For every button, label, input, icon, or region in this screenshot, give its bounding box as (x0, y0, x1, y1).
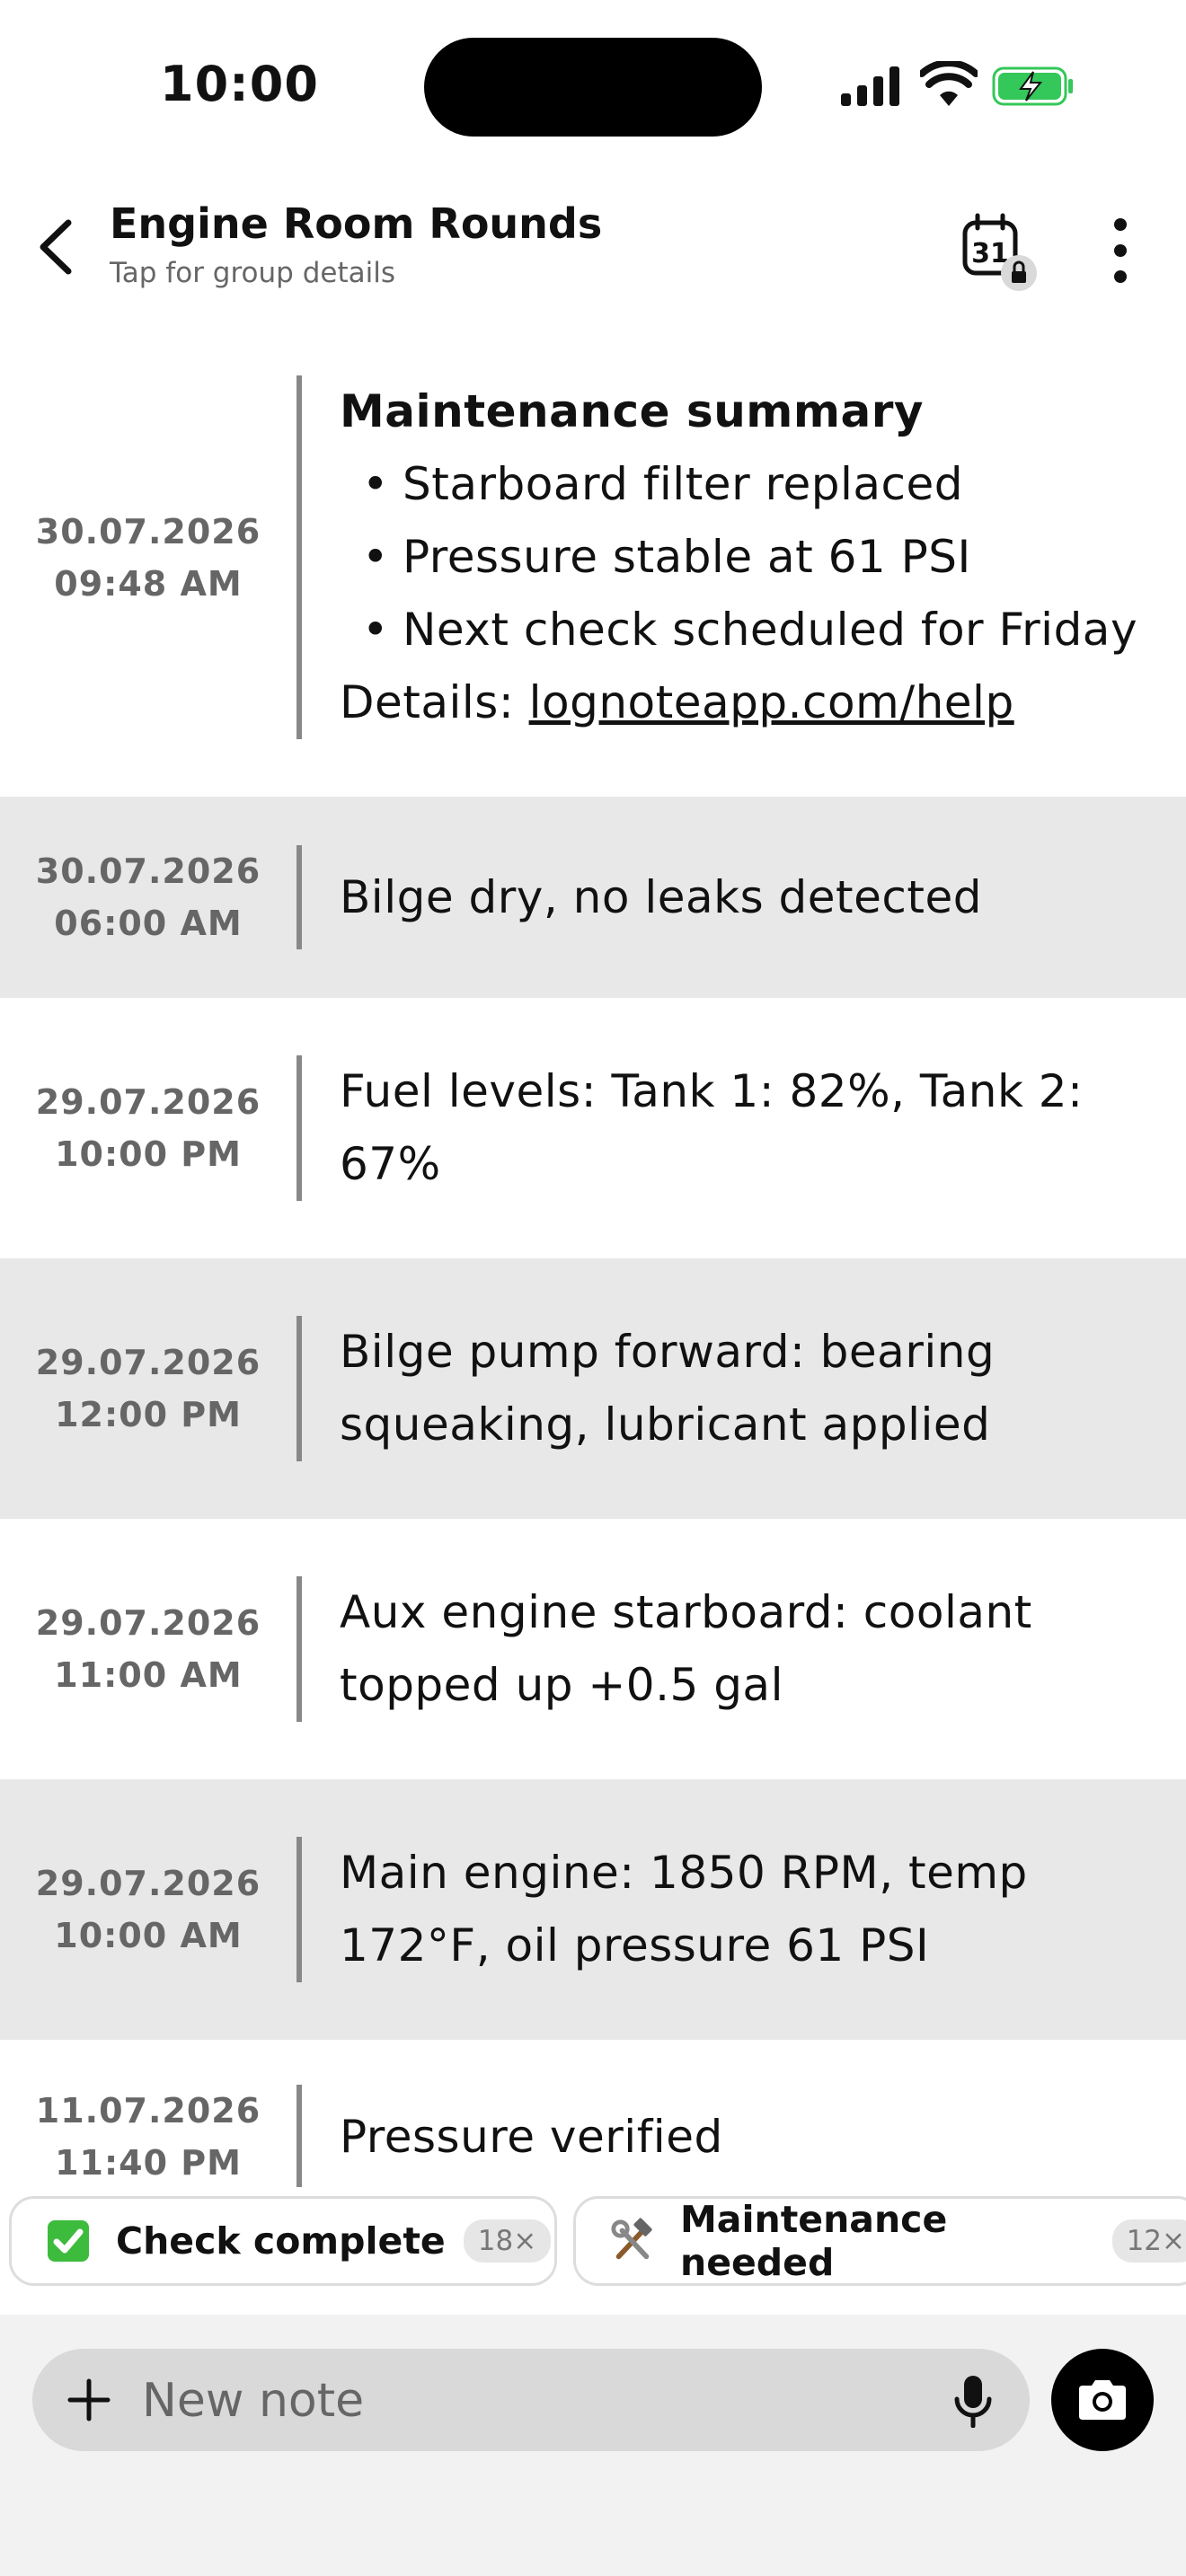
note-date: 29.07.2026 (35, 1343, 261, 1382)
new-note-input[interactable] (142, 2372, 861, 2430)
status-time: 10:00 (160, 56, 319, 112)
note-time: 11:40 PM (55, 2143, 242, 2183)
wifi-icon (920, 61, 978, 106)
note-text: Aux engine starboard: coolant topped up … (340, 1586, 1032, 1711)
quick-reactions-bar: Check complete 18× Maintenance needed 12… (0, 2187, 1186, 2315)
details-link[interactable]: lognoteapp.com/help (529, 676, 1014, 728)
note-divider (296, 1316, 302, 1461)
note-content: Maintenance summary Starboard filter rep… (340, 375, 1148, 739)
note-divider (296, 2085, 302, 2187)
summary-bullet: Pressure stable at 61 PSI (358, 521, 1148, 594)
quick-reaction-label: Check complete (116, 2219, 446, 2263)
quick-reaction-label: Maintenance needed (680, 2198, 948, 2284)
note-text: Bilge dry, no leaks detected (340, 870, 982, 923)
camera-button[interactable] (1051, 2349, 1154, 2451)
note-time: 06:00 AM (54, 904, 243, 943)
camera-icon (1079, 2380, 1126, 2420)
dynamic-island (424, 38, 762, 137)
note-item[interactable]: 11.07.2026 11:40 PM Pressure verified (0, 2040, 1186, 2187)
status-bar: 10:00 (0, 0, 1186, 171)
note-timestamp: 29.07.2026 12:00 PM (0, 1337, 296, 1441)
group-title[interactable]: Engine Room Rounds (110, 199, 602, 248)
note-date: 30.07.2026 (35, 511, 261, 551)
note-timestamp: 30.07.2026 09:48 AM (0, 506, 296, 610)
note-item[interactable]: 29.07.2026 10:00 AM Main engine: 1850 RP… (0, 1779, 1186, 2040)
summary-list: Starboard filter replaced Pressure stabl… (340, 448, 1148, 666)
note-item[interactable]: 30.07.2026 06:00 AM Bilge dry, no leaks … (0, 797, 1186, 998)
note-time: 09:48 AM (54, 563, 243, 604)
note-item[interactable]: 29.07.2026 12:00 PM Bilge pump forward: … (0, 1258, 1186, 1519)
note-text: Fuel levels: Tank 1: 82%, Tank 2: 67% (340, 1065, 1084, 1190)
note-text: Main engine: 1850 RPM, temp 172°F, oil p… (340, 1847, 1028, 1972)
check-box-icon (46, 2219, 91, 2263)
note-time: 10:00 PM (55, 1134, 242, 1174)
details-line: Details: lognoteapp.com/help (340, 666, 1148, 739)
note-divider (296, 1576, 302, 1722)
details-label: Details: (340, 676, 515, 728)
group-subtitle[interactable]: Tap for group details (110, 257, 395, 289)
note-text: Pressure verified (340, 2110, 723, 2163)
more-options-icon[interactable] (1098, 210, 1143, 291)
note-date: 29.07.2026 (35, 1603, 261, 1643)
calendar-lock-icon[interactable]: 31 (960, 212, 1042, 295)
note-timestamp: 29.07.2026 10:00 AM (0, 1857, 296, 1962)
note-date: 29.07.2026 (35, 1864, 261, 1903)
note-item[interactable]: 29.07.2026 10:00 PM Fuel levels: Tank 1:… (0, 998, 1186, 1258)
note-divider (296, 375, 302, 739)
quick-reaction-count: 18× (463, 2219, 552, 2263)
note-divider (296, 1055, 302, 1201)
quick-reaction-count: 12× (1111, 2219, 1186, 2263)
note-time: 11:00 AM (54, 1655, 243, 1695)
summary-title: Maintenance summary (340, 385, 924, 437)
hammer-wrench-icon (610, 2218, 655, 2263)
cellular-signal-icon (841, 66, 899, 106)
composer-bar (0, 2315, 1186, 2576)
note-date: 29.07.2026 (35, 1082, 261, 1122)
chat-header[interactable]: Engine Room Rounds Tap for group details… (0, 180, 1186, 314)
note-timestamp: 11.07.2026 11:40 PM (0, 2085, 296, 2187)
note-item[interactable]: 29.07.2026 11:00 AM Aux engine starboard… (0, 1519, 1186, 1779)
quick-reaction-check-complete[interactable]: Check complete 18× (9, 2196, 557, 2286)
note-divider (296, 1837, 302, 1982)
back-arrow-icon[interactable] (31, 216, 84, 278)
plus-icon[interactable] (63, 2374, 115, 2426)
notes-list[interactable]: 30.07.2026 09:48 AM Maintenance summary … (0, 350, 1186, 2187)
note-timestamp: 29.07.2026 10:00 PM (0, 1076, 296, 1180)
note-timestamp: 30.07.2026 06:00 AM (0, 845, 296, 949)
microphone-icon[interactable] (951, 2374, 996, 2428)
battery-charging-icon (992, 66, 1073, 106)
quick-reaction-maintenance-needed[interactable]: Maintenance needed 12× (573, 2196, 1186, 2286)
note-time: 10:00 AM (54, 1916, 243, 1955)
note-date: 11.07.2026 (35, 2091, 261, 2130)
summary-bullet: Starboard filter replaced (358, 448, 1148, 521)
summary-bullet: Next check scheduled for Friday (358, 594, 1148, 666)
note-divider (296, 845, 302, 949)
note-date: 30.07.2026 (35, 851, 261, 891)
note-text: Bilge pump forward: bearing squeaking, l… (340, 1326, 996, 1451)
note-timestamp: 29.07.2026 11:00 AM (0, 1597, 296, 1701)
note-input-box[interactable] (32, 2349, 1030, 2451)
note-time: 12:00 PM (55, 1395, 242, 1434)
note-item[interactable]: 30.07.2026 09:48 AM Maintenance summary … (0, 350, 1186, 797)
